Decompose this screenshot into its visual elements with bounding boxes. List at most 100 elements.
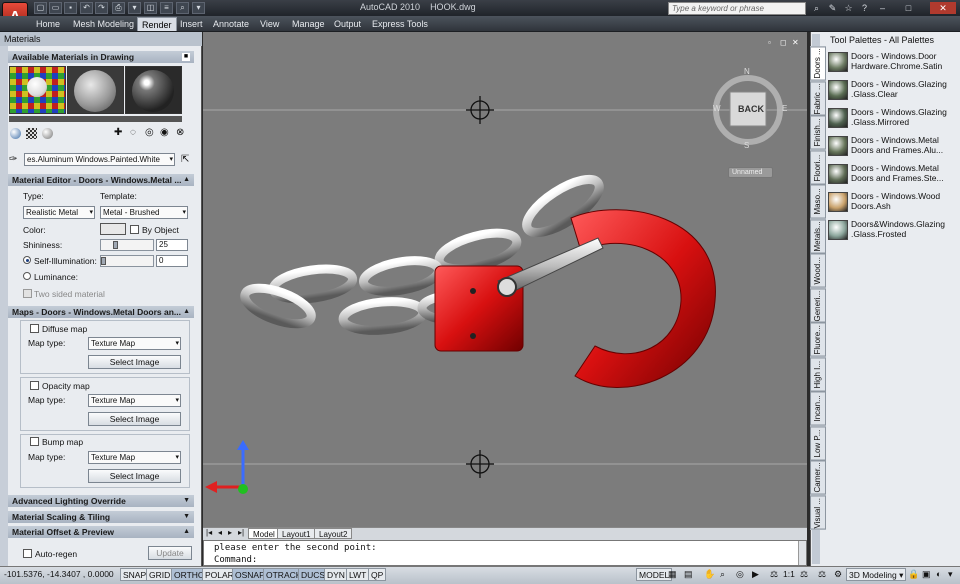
material-swatch-2[interactable] — [67, 66, 124, 114]
tab-insert[interactable]: Insert — [176, 17, 207, 31]
advanced-lighting-header[interactable]: Advanced Lighting Override ▼ — [8, 495, 194, 507]
status-toggle-qp[interactable]: QP — [368, 568, 387, 581]
diffuse-map-checkbox[interactable] — [30, 324, 39, 333]
template-dropdown[interactable]: Metal - Brushed ▾ — [100, 206, 188, 219]
palette-tab-3[interactable]: Finish... — [810, 116, 826, 150]
coordinate-readout[interactable]: -101.5376, -14.3407 , 0.0000 — [4, 569, 114, 579]
palette-tab-4[interactable]: Floori... — [810, 150, 826, 184]
ucs-menu-dropdown[interactable]: Unnamed — [728, 167, 773, 178]
viewcube-back-face[interactable]: BACK — [736, 104, 766, 114]
palette-tab-9[interactable]: Fluore... — [810, 323, 826, 357]
material-swatch-3[interactable] — [125, 66, 182, 114]
palette-item-5[interactable]: Doors - Windows.Metal Doors and Frames.S… — [828, 162, 956, 188]
properties-icon[interactable]: ≡ — [160, 2, 173, 14]
color-swatch-button[interactable] — [100, 223, 126, 235]
offset-preview-header[interactable]: Material Offset & Preview ▲ — [8, 526, 194, 538]
palette-item-3[interactable]: Doors - Windows.Glazing .Glass.Mirrored — [828, 106, 956, 132]
lighting-preview-icon[interactable] — [42, 128, 53, 139]
open-file-icon[interactable]: ▭ — [49, 2, 62, 14]
command-scrollbar[interactable] — [798, 541, 806, 565]
annotation-scale-value[interactable]: 1:1 — [783, 569, 795, 579]
layout-nav-next-icon[interactable]: ▸ — [228, 528, 232, 537]
apply-material-icon[interactable]: ◉ — [160, 127, 169, 138]
favorites-star-icon[interactable]: ☆ — [842, 2, 855, 14]
self-illumination-slider[interactable] — [100, 255, 154, 267]
model-space-button[interactable]: MODEL — [636, 568, 673, 581]
command-line[interactable]: please enter the second point: Command: — [203, 540, 807, 566]
status-toggle-dyn[interactable]: DYN — [324, 568, 348, 581]
workspace-switch-dropdown[interactable]: 3D Modeling ▾ — [846, 568, 907, 581]
layout-nav-last-icon[interactable]: ▸| — [238, 528, 244, 537]
tab-output[interactable]: Output — [330, 17, 365, 31]
compass-west[interactable]: W — [713, 104, 721, 113]
palette-item-7[interactable]: Doors&Windows.Glazing .Glass.Frosted — [828, 218, 956, 244]
isolate-objects-icon[interactable]: ◐ — [936, 569, 941, 579]
redo-icon[interactable]: ↷ — [95, 2, 108, 14]
palette-tab-7[interactable]: Wood... — [810, 254, 826, 288]
shininess-input[interactable]: 25 — [156, 239, 188, 251]
palette-tab-8[interactable]: Generi... — [810, 288, 826, 322]
customize-toolbar-icon[interactable]: ▾ — [192, 2, 205, 14]
palette-tab-11[interactable]: Incan... — [810, 392, 826, 426]
diffuse-map-type-dropdown[interactable]: Texture Map ▾ — [88, 337, 181, 350]
undo-icon[interactable]: ↶ — [80, 2, 93, 14]
tab-express-tools[interactable]: Express Tools — [368, 17, 432, 31]
tab-home[interactable]: Home — [32, 17, 64, 31]
zoom-icon[interactable]: ⌕ — [720, 569, 725, 580]
update-button[interactable]: Update — [148, 546, 192, 560]
opacity-map-checkbox[interactable] — [30, 381, 39, 390]
hardware-acceleration-icon[interactable]: ▣ — [922, 569, 931, 580]
palette-item-2[interactable]: Doors - Windows.Glazing .Glass.Clear — [828, 78, 956, 104]
palette-tab-12[interactable]: Low P... — [810, 426, 826, 460]
tab-annotate[interactable]: Annotate — [209, 17, 253, 31]
workspace-dropdown-icon[interactable]: ▾ — [128, 2, 141, 14]
maximize-window-icon[interactable]: □ — [902, 2, 915, 14]
self-illumination-input[interactable]: 0 — [156, 255, 188, 267]
bump-map-checkbox[interactable] — [30, 437, 39, 446]
maps-header[interactable]: Maps - Doors - Windows.Metal Doors an...… — [8, 306, 194, 318]
compass-east[interactable]: E — [782, 104, 787, 113]
minimize-window-icon[interactable]: – — [876, 2, 889, 14]
detach-material-icon[interactable]: ⊗ — [176, 127, 184, 138]
quick-view-drawings-icon[interactable]: ▤ — [684, 569, 693, 580]
palette-scrollbar[interactable] — [0, 46, 8, 566]
annotation-scale-icon[interactable]: ⚖ — [770, 569, 778, 580]
available-materials-header[interactable]: Available Materials in Drawing ■ — [8, 51, 194, 63]
by-object-checkbox[interactable] — [130, 225, 139, 234]
compass-north[interactable]: N — [744, 67, 750, 76]
purge-materials-icon[interactable]: ◌ — [130, 127, 136, 138]
layout-nav-first-icon[interactable]: |◂ — [206, 528, 212, 537]
material-apply-icon[interactable]: ⇱ — [181, 154, 189, 165]
two-sided-checkbox[interactable] — [23, 289, 32, 298]
bump-map-type-dropdown[interactable]: Texture Map ▾ — [88, 451, 181, 464]
pan-icon[interactable]: ✋ — [704, 569, 715, 580]
tab-view[interactable]: View — [256, 17, 283, 31]
palette-tab-13[interactable]: Camer... — [810, 461, 826, 495]
sync-materials-icon[interactable]: ◎ — [145, 127, 154, 138]
auto-regen-checkbox[interactable] — [23, 549, 32, 558]
palette-tab-6[interactable]: Metals... — [810, 219, 826, 253]
compass-south[interactable]: S — [744, 141, 749, 150]
opacity-map-type-dropdown[interactable]: Texture Map ▾ — [88, 394, 181, 407]
tab-render[interactable]: Render — [137, 17, 177, 31]
clean-screen-icon[interactable]: ▾ — [948, 569, 953, 580]
status-toggle-grid[interactable]: GRID — [146, 568, 174, 581]
status-toggle-lwt[interactable]: LWT — [346, 568, 370, 581]
material-swatch-1[interactable] — [9, 66, 66, 114]
create-material-icon[interactable]: ✚ — [114, 127, 122, 138]
type-dropdown[interactable]: Realistic Metal ▾ — [23, 206, 95, 219]
lock-icon[interactable]: 🔒 — [908, 569, 919, 580]
tab-manage[interactable]: Manage — [288, 17, 329, 31]
plot-icon[interactable]: ⎙ — [112, 2, 125, 14]
annotation-visibility-icon[interactable]: ⚖ — [800, 569, 808, 580]
tab-layout1[interactable]: Layout1 — [277, 528, 316, 539]
opacity-select-image-button[interactable]: Select Image — [88, 412, 181, 426]
palette-tab-5[interactable]: Maso... — [810, 185, 826, 219]
layout-nav-prev-icon[interactable]: ◂ — [218, 528, 222, 537]
status-toggle-snap[interactable]: SNAP — [120, 568, 150, 581]
save-icon[interactable]: ▪ — [64, 2, 77, 14]
material-editor-header[interactable]: Material Editor - Doors - Windows.Metal … — [8, 174, 194, 186]
checker-background-icon[interactable] — [26, 128, 37, 139]
search-input[interactable]: Type a keyword or phrase — [668, 2, 806, 15]
palette-item-1[interactable]: Doors - Windows.Door Hardware.Chrome.Sat… — [828, 50, 956, 76]
